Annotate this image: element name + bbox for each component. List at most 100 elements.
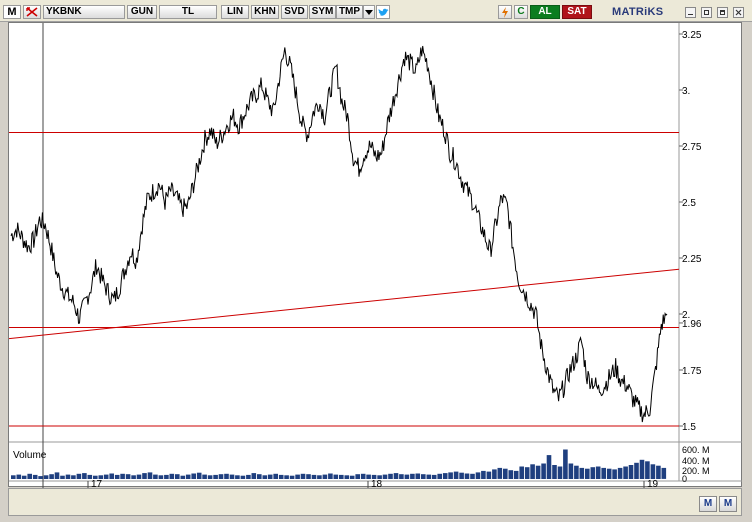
volume-bar: [224, 473, 229, 479]
volume-bar: [442, 473, 448, 479]
volume-bar: [404, 474, 410, 479]
volume-bar: [60, 475, 65, 479]
volume-bar: [21, 475, 27, 479]
volume-bar: [300, 473, 306, 479]
period-button[interactable]: GUN: [127, 5, 157, 19]
volume-bar: [38, 476, 43, 479]
time-tick-label: 18: [371, 479, 383, 488]
volume-bar: [415, 473, 421, 479]
volume-bar: [284, 475, 289, 479]
volume-bar: [251, 473, 257, 479]
khn-button[interactable]: KHN: [251, 5, 279, 19]
chevron-down-icon: [365, 9, 373, 15]
volume-bar: [639, 459, 645, 479]
volume-bar: [103, 474, 109, 479]
sell-button[interactable]: SAT: [562, 5, 592, 19]
volume-bar: [601, 467, 606, 479]
price-line[interactable]: [10, 45, 668, 423]
mode-button-1[interactable]: M: [699, 496, 717, 512]
volume-bar: [49, 474, 54, 479]
volume-bar: [595, 466, 601, 479]
price-axis: 3.253.2.752.52.252.1.961.751.5: [679, 30, 702, 433]
volume-bar: [273, 473, 278, 479]
volume-bar: [393, 473, 399, 479]
volume-bar: [65, 474, 71, 479]
chart-area[interactable]: 3.25 3. 2.75 2.5 2.25 2. 1.96 1.75 1.5 600. M 400…: [8, 22, 743, 488]
template-dropdown[interactable]: [363, 5, 375, 19]
twitter-bird-icon: [378, 8, 388, 16]
price-tick-label: 3.25: [682, 30, 702, 41]
volume-bar: [628, 465, 634, 479]
volume-bar: [617, 467, 623, 479]
minimize-icon: [688, 14, 693, 15]
volume-bar: [650, 464, 656, 479]
volume-bar: [142, 473, 147, 479]
volume-bar: [579, 467, 585, 479]
volume-bar: [289, 475, 295, 479]
volume-bar: [262, 475, 268, 479]
volume-bar: [612, 469, 617, 479]
alarm-button[interactable]: [498, 5, 512, 19]
volume-bar: [437, 473, 442, 479]
volume-bar: [11, 475, 16, 479]
volume-bar: [426, 474, 432, 479]
mode-button-2[interactable]: M: [719, 496, 737, 512]
volume-bar: [656, 465, 661, 479]
volume-bar: [16, 474, 22, 479]
price-tick-label: 1.5: [682, 422, 696, 433]
volume-bar: [71, 475, 76, 479]
volume-panel-title: Volume: [13, 450, 47, 461]
close-button[interactable]: [733, 7, 744, 18]
volume-tick-label: 600. M: [682, 445, 710, 455]
maximize-button[interactable]: [701, 7, 712, 18]
price-tick-label: 2.25: [682, 254, 702, 265]
minimize-button[interactable]: [685, 7, 696, 18]
volume-bar: [475, 472, 481, 479]
volume-bar: [207, 475, 213, 479]
volume-bar: [497, 467, 503, 479]
linear-scale-button[interactable]: LIN: [221, 5, 249, 19]
volume-bar: [175, 474, 180, 479]
time-tick-label: 17: [91, 479, 103, 488]
restore-button[interactable]: [717, 7, 728, 18]
price-chart[interactable]: 3.253.2.752.52.252.1.961.751.5 600. M400…: [9, 23, 743, 488]
volume-bar: [486, 471, 492, 479]
volume-bar: [158, 475, 164, 479]
twitter-button[interactable]: [376, 5, 390, 19]
volume-bar: [267, 474, 273, 479]
template-button[interactable]: TMP: [336, 5, 363, 19]
crossed-arrows-icon[interactable]: [23, 5, 41, 19]
symbol-selector[interactable]: YKBNK: [43, 5, 125, 19]
volume-bar: [585, 468, 590, 479]
volume-bar: [125, 474, 131, 479]
price-tick-label: 3.: [682, 86, 690, 97]
bottom-bar: M M: [8, 488, 742, 516]
volume-bar: [147, 472, 153, 479]
price-tick-label: 2.5: [682, 198, 696, 209]
volume-bar: [76, 473, 82, 479]
volume-bar: [459, 472, 464, 479]
refresh-button[interactable]: C: [514, 5, 528, 19]
currency-button[interactable]: TL: [159, 5, 217, 19]
volume-bar: [180, 475, 186, 479]
close-icon: [735, 9, 742, 16]
volume-bar: [552, 465, 557, 479]
volume-bar: [524, 467, 530, 479]
volume-bar: [541, 463, 546, 479]
volume-bar: [563, 449, 568, 479]
volume-bar: [218, 474, 224, 479]
volume-bar: [360, 473, 366, 479]
volume-tick-label: 400. M: [682, 456, 710, 466]
sym-button[interactable]: SYM: [309, 5, 336, 19]
buy-button[interactable]: AL: [530, 5, 560, 19]
volume-bar: [82, 473, 87, 479]
volume-bar: [333, 474, 339, 479]
volume-bar: [503, 468, 508, 479]
price-tick-label: 1.75: [682, 366, 702, 377]
volume-bar: [295, 474, 300, 479]
volume-bar: [136, 474, 142, 479]
svd-button[interactable]: SVD: [281, 5, 308, 19]
volume-bar: [164, 474, 169, 479]
volume-bar: [213, 474, 218, 479]
volume-bar: [235, 475, 240, 479]
